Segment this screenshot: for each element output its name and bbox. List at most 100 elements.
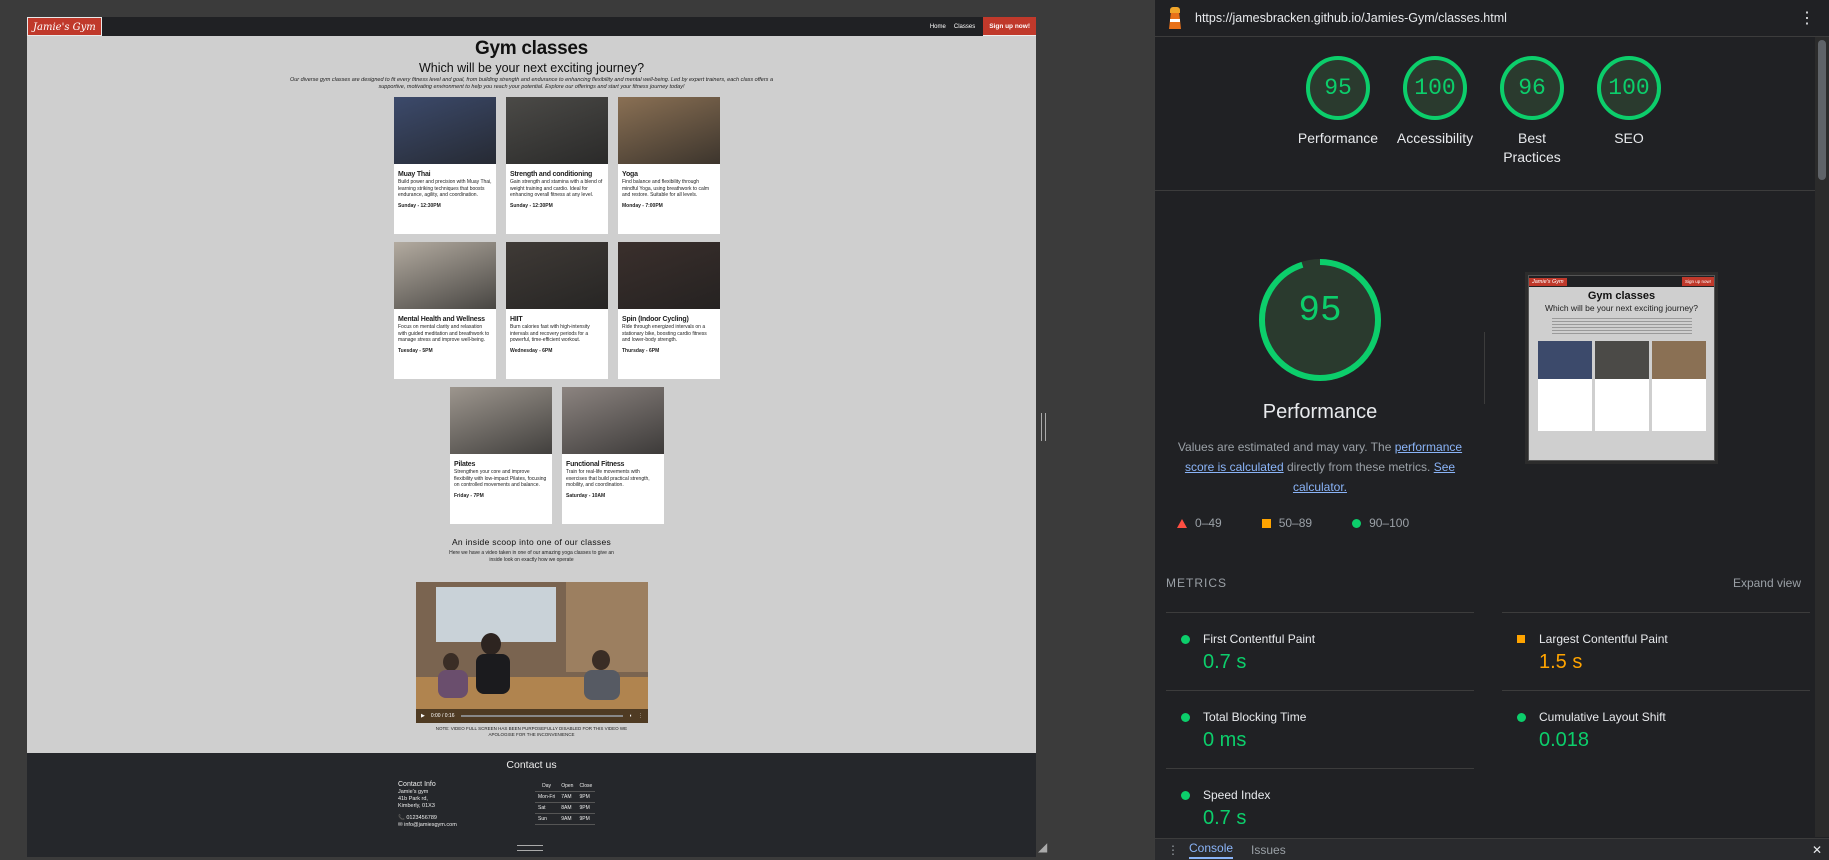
viewport-bottom-resize-handle[interactable]: [517, 845, 543, 851]
class-description: Ride through energized intervals on a st…: [622, 324, 707, 343]
class-card[interactable]: Yoga Find balance and flexibility through…: [618, 97, 720, 234]
final-screenshot-thumbnail[interactable]: Jamie's Gym Sign up now! Gym classes Whi…: [1528, 275, 1715, 461]
scrollbar[interactable]: [1815, 37, 1829, 837]
description-text: directly from these metrics.: [1283, 460, 1434, 474]
metric-value: 0.7 s: [1203, 651, 1247, 673]
class-card[interactable]: Pilates Strengthen your core and improve …: [450, 387, 552, 524]
metric-name: Total Blocking Time: [1203, 710, 1307, 724]
contact-info-heading: Contact Info: [398, 781, 436, 788]
class-image: [394, 242, 496, 309]
class-image: [618, 242, 720, 309]
class-image: [506, 242, 608, 309]
class-video[interactable]: ▶ 0:00 / 0:16 ◖ ⋮: [416, 582, 648, 723]
table-header: Open: [558, 781, 577, 792]
class-description: Strengthen your core and improve flexibi…: [454, 469, 547, 488]
class-card[interactable]: Mental Health and Wellness Focus on menta…: [394, 242, 496, 379]
class-title: Yoga: [622, 171, 638, 178]
thumbnail-title: Gym classes: [1587, 290, 1656, 302]
scrollbar-thumb[interactable]: [1818, 40, 1826, 180]
metric-item: Speed Index 0.7 s: [1166, 768, 1474, 846]
tab-issues[interactable]: Issues: [1251, 843, 1286, 857]
drawer-menu-icon[interactable]: ⋮: [1167, 843, 1179, 857]
play-icon[interactable]: ▶: [421, 713, 425, 719]
class-description: Train for real-life movements with exerc…: [566, 469, 650, 488]
score-value: 100: [1403, 56, 1467, 120]
address-line: 41b Park rd,: [398, 796, 428, 802]
class-time: Friday - 7PM: [454, 492, 484, 499]
metric-value: 0 ms: [1203, 729, 1247, 751]
table-cell: 9PM: [576, 813, 596, 825]
class-time: Wednesday - 6PM: [510, 347, 553, 354]
contact-email[interactable]: ✉ info@jamiesgym.com: [398, 822, 457, 829]
video-menu-icon[interactable]: ⋮: [638, 713, 643, 719]
devtools-drawer: ⋮ Console Issues ✕: [1155, 838, 1829, 860]
thumbnail-intro: [1551, 316, 1692, 336]
thumbnail-card: [1537, 341, 1592, 431]
footer-title: Contact us: [506, 759, 557, 771]
category-label: Best Practices: [1503, 130, 1561, 165]
site-footer: Contact us Contact Info Jamie's gym 41b …: [27, 753, 1036, 857]
category-label: Accessibility: [1396, 130, 1474, 146]
site-logo[interactable]: Jamie's Gym: [27, 17, 102, 36]
performance-score: 95: [1298, 290, 1342, 331]
website-preview: Jamie's Gym Home Classes Sign up now! Gy…: [27, 17, 1036, 857]
category-gauge-performance[interactable]: 95 Performance: [1295, 56, 1381, 148]
square-icon: [1517, 635, 1525, 643]
lighthouse-panel: https://jamesbracken.github.io/Jamies-Gy…: [1154, 0, 1829, 860]
video-frame-image: [416, 582, 648, 723]
class-card[interactable]: Functional Fitness Train for real-life mo…: [562, 387, 664, 524]
viewport-resize-handle[interactable]: [1041, 413, 1046, 441]
video-progress-bar[interactable]: [460, 715, 623, 717]
video-note: NOTE: VIDEO FULL SCREEN HAS BEEN PURPOSE…: [435, 726, 628, 737]
class-card[interactable]: HIIT Burn calories fast with high-intensi…: [506, 242, 608, 379]
class-time: Saturday - 10AM: [566, 492, 606, 499]
close-drawer-icon[interactable]: ✕: [1812, 843, 1822, 857]
contact-phone[interactable]: 📞 0123456789: [398, 815, 457, 822]
metric-name: Largest Contentful Paint: [1539, 632, 1668, 646]
metric-value: 0.7 s: [1203, 807, 1247, 829]
divider: [1484, 332, 1485, 404]
tab-console[interactable]: Console: [1189, 841, 1234, 859]
class-title: Spin (Indoor Cycling): [622, 316, 689, 323]
metric-name: First Contentful Paint: [1203, 632, 1316, 646]
class-image: [562, 387, 664, 454]
class-description: Burn calories fast with high-intensity i…: [510, 324, 590, 343]
table-cell: Sun: [535, 813, 559, 825]
class-description: Build power and precision with Muay Thai…: [398, 179, 492, 198]
category-label: SEO: [1614, 130, 1644, 146]
class-title: Functional Fitness: [566, 461, 625, 468]
score-value: 100: [1597, 56, 1661, 120]
performance-title: Performance: [1262, 401, 1378, 423]
signup-button[interactable]: Sign up now!: [983, 17, 1036, 36]
score-legend: 0–49 50–89 90–100: [1177, 516, 1409, 530]
legend-label: 50–89: [1278, 516, 1313, 530]
thumbnail-cards: [1529, 341, 1714, 431]
opening-hours-table: Day Open Close Mon-Fri 7AM 9PM Sat 8AM 9…: [535, 781, 596, 825]
square-icon: [1261, 518, 1271, 528]
class-image: [450, 387, 552, 454]
metric-name: Cumulative Layout Shift: [1539, 710, 1666, 724]
viewport-corner-resize-icon[interactable]: ◢: [1038, 840, 1047, 854]
more-options-icon[interactable]: ⋮: [1799, 8, 1815, 28]
table-header: Close: [576, 781, 596, 792]
nav-link-classes[interactable]: Classes: [954, 24, 975, 30]
report-url[interactable]: https://jamesbracken.github.io/Jamies-Gy…: [1195, 11, 1507, 25]
category-gauge-seo[interactable]: 100 SEO: [1586, 56, 1672, 148]
legend-label: 90–100: [1369, 516, 1410, 530]
class-card[interactable]: Spin (Indoor Cycling) Ride through energi…: [618, 242, 720, 379]
page-title: Gym classes: [475, 38, 588, 59]
nav-link-home[interactable]: Home: [930, 24, 946, 30]
category-gauge-best-practices[interactable]: 96 Best Practices: [1489, 56, 1575, 167]
expand-view-toggle[interactable]: Expand view: [1733, 576, 1801, 590]
category-gauge-accessibility[interactable]: 100 Accessibility: [1392, 56, 1478, 148]
video-time: 0:00 / 0:16: [430, 713, 455, 719]
thumbnail-card: [1651, 341, 1706, 431]
circle-icon: [1181, 635, 1190, 644]
class-time: Tuesday - 5PM: [398, 347, 433, 354]
class-card[interactable]: Strength and conditioning Gain strength a…: [506, 97, 608, 234]
thumbnail-cta: Sign up now!: [1681, 277, 1714, 286]
class-time: Sunday - 12:30PM: [398, 202, 441, 209]
table-cell: 7AM: [558, 791, 577, 803]
volume-icon[interactable]: ◖: [629, 713, 632, 719]
class-card[interactable]: Muay Thai Build power and precision with …: [394, 97, 496, 234]
